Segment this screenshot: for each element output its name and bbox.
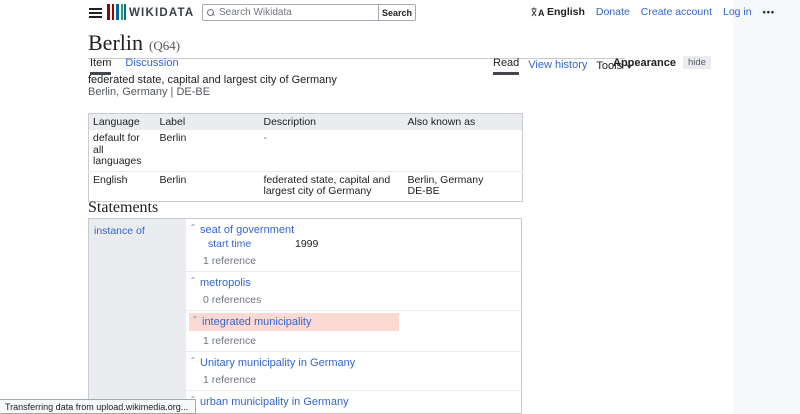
rank-caret-icon: ˆ [193, 314, 197, 328]
cell-language: default for all languages [93, 132, 142, 167]
tab-item[interactable]: Item [90, 57, 112, 75]
statement-main: ˆ integrated municipality [189, 313, 399, 331]
statement: ˆ metropolis 0 references [186, 272, 521, 311]
tab-read[interactable]: Read [493, 57, 520, 75]
log-in-link[interactable]: Log in [723, 6, 752, 18]
statement-value-link[interactable]: integrated municipality [202, 316, 311, 328]
statement-value-link[interactable]: metropolis [200, 277, 251, 289]
wikidata-page: WIKIDATA Search A English Donate Create … [0, 0, 800, 414]
main-menu-icon[interactable] [89, 8, 102, 10]
page-title: Berlin [88, 30, 143, 55]
rank-caret-icon: ˆ [191, 275, 195, 289]
rank-caret-icon: ˆ [191, 355, 195, 369]
statement-values: ˆ seat of government start time 1999 1 re… [186, 219, 521, 413]
create-account-link[interactable]: Create account [641, 6, 712, 18]
property-column: instance of [89, 219, 186, 413]
cell-language: English [88, 170, 156, 201]
donate-link[interactable]: Donate [596, 6, 630, 18]
statement-main: ˆ Unitary municipality in Germany [186, 355, 521, 369]
col-label: Label [155, 113, 260, 130]
statements-heading: Statements [88, 199, 159, 216]
references-toggle[interactable]: 1 reference [186, 255, 521, 267]
statement-highlighted: ˆ integrated municipality 1 reference [186, 311, 521, 352]
search-button[interactable]: Search [378, 4, 417, 21]
title-block: Berlin (Q64) [88, 30, 625, 59]
rank-caret-icon: ˆ [191, 222, 195, 236]
svg-text:A: A [538, 8, 544, 18]
more-options-icon[interactable]: ••• [763, 7, 775, 17]
terms-table: Language Label Description Also known as… [88, 113, 523, 202]
statement-main: ˆ urban municipality in Germany [186, 395, 521, 408]
appearance-heading: Appearance [613, 56, 676, 69]
cell-description: federated state, capital and largest cit… [259, 170, 404, 201]
tab-view-history[interactable]: View history [528, 59, 587, 74]
namespace-tabs: Item Discussion [90, 57, 179, 75]
search-icon [207, 8, 215, 17]
col-description: Description [259, 113, 404, 130]
cell-aliases [404, 130, 523, 171]
wikidata-logo-icon[interactable] [107, 4, 126, 20]
qualifier-property-link[interactable]: start time [208, 238, 295, 250]
references-toggle[interactable]: 1 reference [186, 374, 521, 386]
property-link-instance-of[interactable]: instance of [94, 225, 145, 237]
statement: ˆ urban municipality in Germany 0 refere… [186, 391, 521, 413]
entity-aliases: Berlin, Germany | DE-BE [88, 86, 211, 98]
statement-value-link[interactable]: seat of government [200, 224, 294, 236]
statement-value-link[interactable]: urban municipality in Germany [200, 396, 349, 408]
entity-id: (Q64) [149, 38, 181, 53]
cell-description: - [263, 132, 268, 144]
col-language: Language [88, 113, 156, 130]
statement-value-link[interactable]: Unitary municipality in Germany [200, 357, 355, 369]
cell-aliases: Berlin, Germany DE-BE [403, 170, 523, 201]
tab-discussion[interactable]: Discussion [125, 57, 178, 75]
search-box[interactable] [202, 4, 378, 21]
references-toggle[interactable]: 1 reference [186, 335, 521, 347]
language-selector[interactable]: A English [531, 6, 585, 18]
table-row: English Berlin federated state, capital … [88, 170, 523, 201]
entity-description: federated state, capital and largest cit… [88, 74, 337, 86]
alias-line: DE-BE [407, 185, 440, 197]
qualifier-row: start time 1999 [186, 238, 521, 250]
cell-label: Berlin [159, 132, 187, 144]
search-input[interactable] [219, 7, 374, 18]
browser-status-bar: Transferring data from upload.wikimedia.… [0, 399, 197, 414]
top-nav: A English Donate Create account Log in •… [531, 6, 775, 18]
appearance-panel: Appearance hide [613, 56, 711, 69]
search-bar: Search [202, 4, 417, 21]
col-also-known-as: Also known as [403, 113, 523, 130]
statement-main: ˆ seat of government [186, 222, 521, 236]
language-icon: A [531, 7, 544, 18]
terms-header-row: Language Label Description Also known as [88, 113, 523, 130]
references-toggle[interactable]: 0 references [186, 294, 521, 306]
language-label: English [547, 6, 585, 18]
statement-group: instance of ˆ seat of government start t… [88, 218, 522, 414]
statement: ˆ seat of government start time 1999 1 re… [186, 219, 521, 272]
table-row: default for all languages Berlin - [89, 130, 523, 171]
statement-main: ˆ metropolis [186, 275, 521, 289]
wikidata-wordmark[interactable]: WIKIDATA [129, 7, 194, 19]
right-gutter [733, 0, 800, 414]
appearance-hide-button[interactable]: hide [682, 56, 711, 69]
qualifier-value: 1999 [295, 238, 319, 250]
cell-label: Berlin [155, 170, 260, 201]
statement: ˆ Unitary municipality in Germany 1 refe… [186, 352, 521, 391]
